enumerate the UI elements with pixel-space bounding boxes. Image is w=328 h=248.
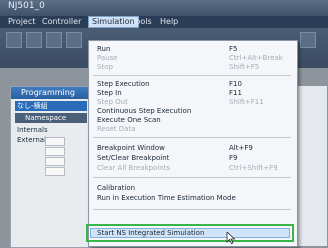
- table-cell: [45, 157, 65, 166]
- menu-step-out[interactable]: Step Out Shift+F11: [89, 98, 297, 107]
- menu-item-label: Run in Execution Time Estimation Mode: [97, 194, 236, 202]
- menu-shortcut: Shift+F11: [229, 98, 264, 106]
- toolbar-button[interactable]: [46, 32, 62, 48]
- programming-panel: Programming なし-横組 Namespace Internals Ex…: [10, 86, 92, 248]
- toolbar-button[interactable]: [66, 32, 82, 48]
- panel-subheader[interactable]: なし-横組: [15, 101, 87, 111]
- menu-item-label: Set/Clear Breakpoint: [97, 154, 170, 162]
- menu-item-label: Execute One Scan: [97, 116, 161, 124]
- menu-run-execution-time-estimation[interactable]: Run in Execution Time Estimation Mode: [89, 194, 297, 203]
- menu-execute-one-scan[interactable]: Execute One Scan: [89, 116, 297, 125]
- menu-step-in[interactable]: Step In F11: [89, 89, 297, 98]
- table-cell: [45, 147, 65, 156]
- menu-shortcut: F10: [229, 80, 242, 88]
- menu-item-label: Calibration: [97, 184, 136, 192]
- menu-item-label: Step Out: [97, 98, 128, 106]
- menu-clear-all-breakpoints[interactable]: Clear All Breakpoints Ctrl+Shift+F9: [89, 164, 297, 173]
- namespace-header: Namespace: [15, 113, 87, 123]
- menu-start-ns-integrated-simulation[interactable]: Start NS Integrated Simulation: [90, 228, 290, 238]
- menu-separator: [93, 177, 291, 178]
- menu-shortcut: Alt+F9: [229, 144, 253, 152]
- menu-stop[interactable]: Stop Shift+F5: [89, 63, 297, 72]
- menu-item-label: Start NS Integrated Simulation: [97, 229, 205, 237]
- menu-shortcut: F9: [229, 154, 238, 162]
- internals-row[interactable]: Internals: [15, 125, 87, 135]
- panel-header: Programming: [11, 87, 91, 99]
- menu-item-label: Stop: [97, 63, 113, 71]
- menu-item-label: Breakpoint Window: [97, 144, 165, 152]
- cursor-icon: [226, 232, 236, 244]
- menu-item-label: Pause: [97, 54, 118, 62]
- menu-tools[interactable]: Tools: [132, 16, 152, 28]
- menu-shortcut: F11: [229, 89, 242, 97]
- menu-separator: [93, 75, 291, 76]
- toolbar-button[interactable]: [300, 32, 316, 48]
- menu-shortcut: Shift+F5: [229, 63, 260, 71]
- menu-separator: [93, 209, 291, 210]
- menu-pause[interactable]: Pause Ctrl+Alt+Break: [89, 54, 297, 63]
- menu-continuous-step-execution[interactable]: Continuous Step Execution: [89, 107, 297, 116]
- menu-calibration[interactable]: Calibration: [89, 184, 297, 193]
- menu-step-execution[interactable]: Step Execution F10: [89, 80, 297, 89]
- menu-item-label: Reset Data: [97, 125, 136, 133]
- table-cell: [45, 137, 65, 146]
- menu-shortcut: F5: [229, 45, 238, 53]
- menu-reset-data[interactable]: Reset Data: [89, 125, 297, 134]
- menu-help[interactable]: Help: [160, 16, 178, 28]
- toolbar-button[interactable]: [6, 32, 22, 48]
- menu-item-label: Step Execution: [97, 80, 150, 88]
- menu-breakpoint-window[interactable]: Breakpoint Window Alt+F9: [89, 144, 297, 153]
- window-title: NJ501_0: [8, 1, 45, 11]
- menu-shortcut: Ctrl+Alt+Break: [229, 54, 283, 62]
- menu-set-clear-breakpoint[interactable]: Set/Clear Breakpoint F9: [89, 154, 297, 163]
- menu-item-label: Clear All Breakpoints: [97, 164, 171, 172]
- menu-run[interactable]: Run F5: [89, 45, 297, 54]
- menu-item-label: Step In: [97, 89, 122, 97]
- menu-controller[interactable]: Controller: [42, 16, 81, 28]
- highlight-box: Start NS Integrated Simulation: [86, 224, 294, 242]
- toolbar-button[interactable]: [26, 32, 42, 48]
- simulation-menu: Run F5 Pause Ctrl+Alt+Break Stop Shift+F…: [88, 40, 298, 247]
- title-bar: NJ501_0: [0, 0, 328, 16]
- menu-project[interactable]: Project: [8, 16, 35, 28]
- table-cell: [45, 167, 65, 176]
- menu-item-label: Continuous Step Execution: [97, 107, 192, 115]
- menu-separator: [93, 137, 291, 138]
- menu-item-label: Run: [97, 45, 111, 53]
- menu-shortcut: Ctrl+Shift+F9: [229, 164, 278, 172]
- menu-bar: Project Controller Simulation Tools Help: [0, 16, 328, 28]
